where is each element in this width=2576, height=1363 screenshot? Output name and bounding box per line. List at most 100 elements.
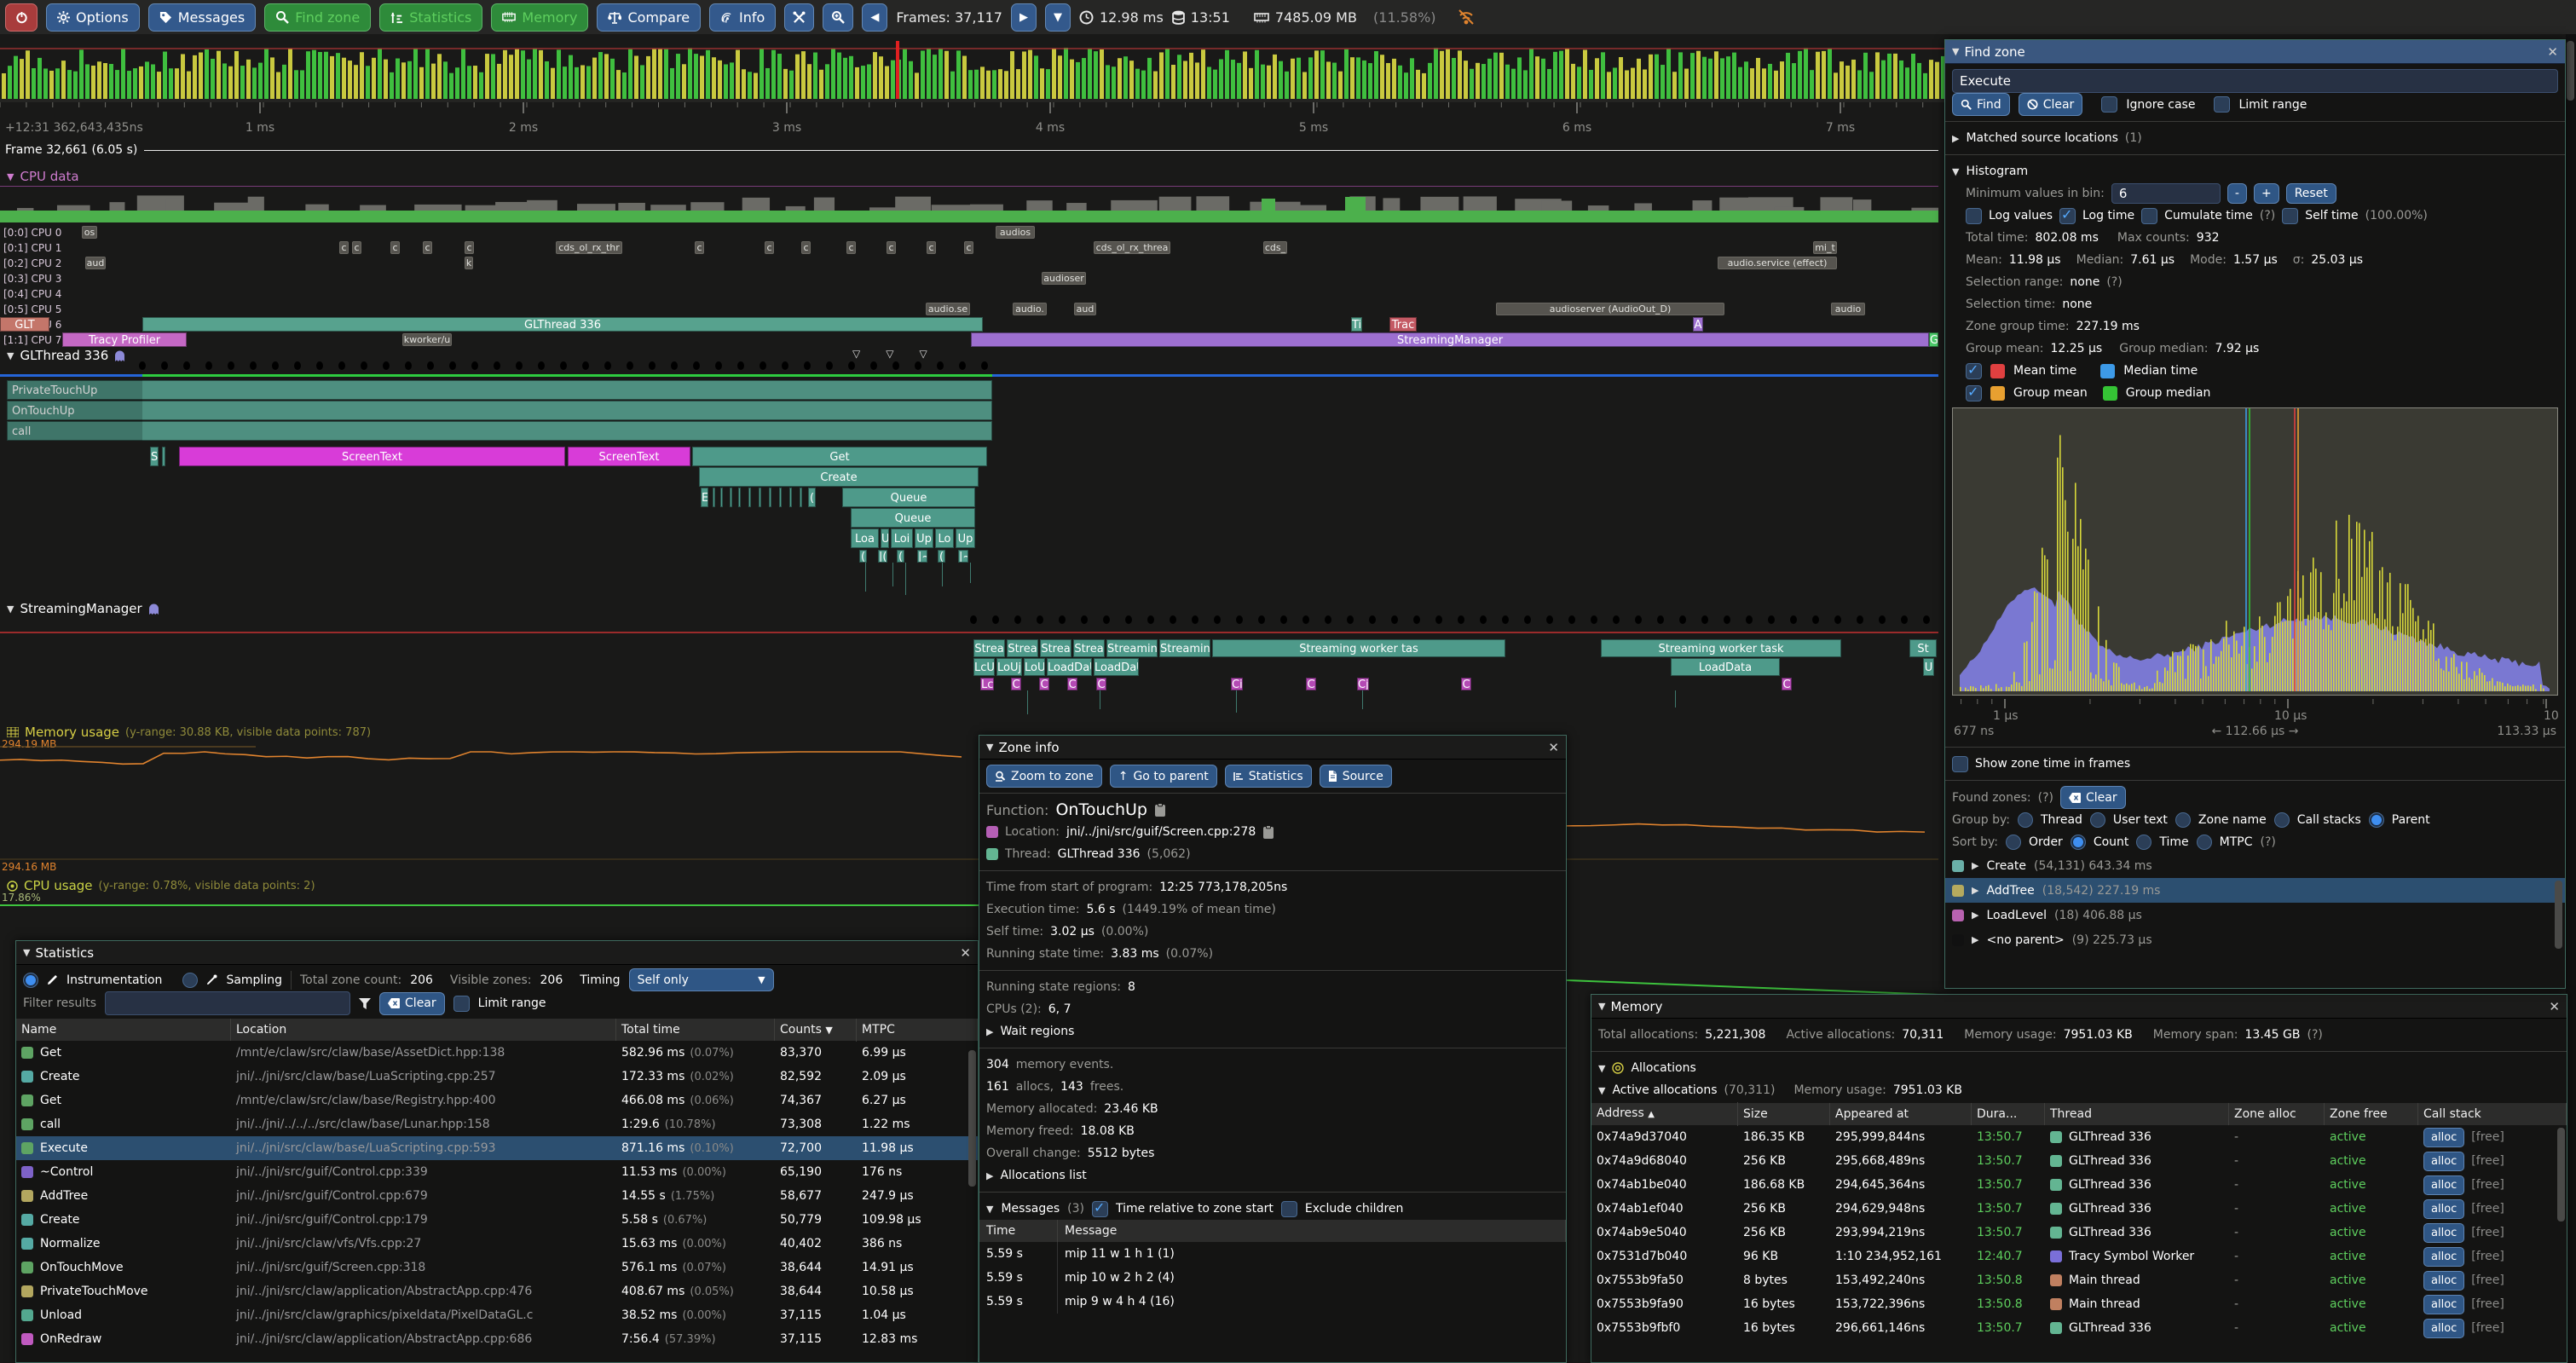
col-total-time[interactable]: Total time — [616, 1019, 775, 1041]
zone-bar[interactable]: U — [881, 528, 889, 548]
alloc-zone-link[interactable]: alloc — [2423, 1175, 2464, 1195]
memory-usage-header[interactable]: Memory usage (y-range: 30.88 KB, visible… — [7, 725, 371, 740]
statistics-table-row[interactable]: Unload jni/../jni/src/claw/graphics/pixe… — [16, 1303, 978, 1327]
zone-bar[interactable]: Tracy Profiler — [62, 332, 187, 347]
reset-button[interactable]: Reset — [2286, 183, 2336, 204]
zone-bar[interactable]: C — [1306, 678, 1316, 690]
funnel-icon[interactable] — [359, 998, 371, 1009]
statistics-table-row[interactable]: Create jni/../jni/src/claw/base/LuaScrip… — [16, 1065, 978, 1089]
zone-bar[interactable]: GLT — [0, 317, 49, 332]
allocation-row[interactable]: 0x74ab1be040 186.68 KB 294,645,364ns 13:… — [1591, 1173, 2567, 1197]
cpu-usage-header[interactable]: CPU usage (y-range: 0.78%, visible data … — [7, 878, 315, 893]
found-zone-group-row[interactable]: ▶ Create (54,131) 643.34 ms — [1945, 853, 2565, 878]
statistics-table-row[interactable]: PrivateTouchMove jni/../jni/src/claw/app… — [16, 1279, 978, 1303]
found-zone-group-row[interactable]: ▶ LoadLevel (18) 406.88 µs — [1945, 903, 2565, 927]
timing-select[interactable]: Self only▼ — [629, 968, 774, 991]
zone-bar[interactable] — [713, 488, 715, 507]
zone-bar[interactable]: A — [1693, 317, 1703, 332]
zone-bar[interactable]: Strea — [1007, 639, 1038, 657]
alloc-zone-link[interactable]: alloc — [2423, 1199, 2464, 1219]
zone-bar[interactable]: C — [1461, 678, 1471, 690]
cumulate-time-checkbox[interactable] — [2141, 208, 2157, 224]
zone-bar[interactable] — [720, 488, 723, 507]
instrumentation-radio[interactable] — [23, 973, 38, 988]
histogram-plot[interactable] — [1952, 407, 2558, 696]
zone-bar[interactable]: GLThread 336 — [142, 317, 983, 332]
alloc-zone-link[interactable]: alloc — [2423, 1223, 2464, 1243]
zone-bar[interactable]: Queue — [851, 508, 975, 528]
zone-bar[interactable]: Loi — [891, 528, 913, 548]
zone-bar[interactable]: Strea — [973, 639, 1005, 657]
help-icon[interactable]: (?) — [2260, 209, 2275, 222]
zone-bar[interactable]: Ci — [1231, 678, 1243, 690]
zone-bar[interactable]: OnTouchUp — [7, 401, 992, 420]
zone-bar[interactable]: Streaming — [1159, 639, 1210, 657]
statistics-button[interactable]: Statistics — [1225, 765, 1312, 788]
allocations-list-expander[interactable]: ▶Allocations list — [979, 1164, 1566, 1187]
zone-bar[interactable]: Queue — [842, 488, 975, 507]
clipboard-icon[interactable] — [1262, 825, 1274, 840]
statistics-panel-header[interactable]: ▼Statistics ✕ — [16, 941, 978, 965]
allocation-row[interactable]: 0x74a9d68040 256 KB 295,668,489ns 13:50.… — [1591, 1149, 2567, 1173]
alloc-zone-link[interactable]: alloc — [2423, 1295, 2464, 1314]
find-button[interactable]: Find — [1952, 93, 2010, 116]
zone-bar[interactable]: G — [1929, 332, 1938, 347]
ignore-case-checkbox[interactable] — [2101, 96, 2117, 113]
zone-bar[interactable]: Streaming worker task — [1601, 639, 1841, 657]
scrollbar-thumb[interactable] — [2557, 1128, 2565, 1222]
thread-header-streamingmanager[interactable]: ▼StreamingManager — [7, 601, 159, 616]
thread-name[interactable]: GLThread 336 — [1058, 847, 1141, 861]
sort-by-count-radio[interactable] — [2071, 835, 2086, 850]
col-call-stack[interactable]: Call stack — [2418, 1103, 2567, 1125]
close-icon[interactable]: ✕ — [2549, 999, 2560, 1014]
zone-bar[interactable] — [800, 488, 802, 507]
zone-bar[interactable] — [730, 488, 732, 507]
group-by-callstacks-radio[interactable] — [2274, 812, 2290, 828]
close-icon[interactable]: ✕ — [2547, 44, 2558, 60]
sort-by-time-radio[interactable] — [2136, 835, 2151, 850]
group-mean-median-checkbox[interactable] — [1966, 385, 1982, 401]
message-row[interactable]: 5.59 s mip 9 w 4 h 4 (16) — [979, 1290, 1566, 1314]
group-by-thread-radio[interactable] — [2018, 812, 2033, 828]
col-mtpc[interactable]: MTPC — [857, 1019, 978, 1041]
zone-bar[interactable]: Streaming — [1106, 639, 1158, 657]
group-by-zonename-radio[interactable] — [2175, 812, 2191, 828]
filter-clear-button[interactable]: Clear — [379, 992, 445, 1015]
clipboard-icon[interactable] — [1154, 803, 1166, 817]
zone-bar[interactable] — [779, 488, 782, 507]
zone-bar[interactable]: Ti — [1351, 317, 1362, 332]
found-zone-group-row[interactable]: ▶ AddTree (18,542) 227.19 ms — [1945, 878, 2565, 903]
zone-bar[interactable]: ( — [897, 550, 904, 563]
sampling-radio[interactable] — [182, 973, 198, 988]
search-input[interactable] — [1952, 69, 2558, 93]
help-icon[interactable]: (?) — [2307, 1028, 2322, 1042]
allocation-row[interactable]: 0x7553b9fa50 8 bytes 153,492,240ns 13:50… — [1591, 1268, 2567, 1292]
col-zone-alloc[interactable]: Zone alloc — [2229, 1103, 2325, 1125]
sort-by-mtpc-radio[interactable] — [2197, 835, 2212, 850]
close-icon[interactable]: ✕ — [1548, 740, 1559, 755]
log-values-checkbox[interactable] — [1966, 208, 1982, 224]
zone-bar[interactable]: Streaming worker tas — [1212, 639, 1505, 657]
zone-bar[interactable]: E — [701, 488, 708, 507]
zone-bar[interactable]: |( — [878, 550, 887, 563]
decrease-button[interactable]: - — [2227, 183, 2247, 204]
zone-bar[interactable]: Lo — [935, 528, 954, 548]
zone-bar[interactable]: C — [1011, 678, 1021, 690]
col-thread[interactable]: Thread — [2045, 1103, 2229, 1125]
zone-bar[interactable]: Get — [692, 447, 987, 466]
statistics-table-row[interactable]: Create jni/../jni/src/guif/Control.cpp:1… — [16, 1208, 978, 1232]
zone-bar[interactable]: Trac — [1389, 317, 1417, 332]
memory-panel-header[interactable]: ▼Memory ✕ — [1591, 995, 2567, 1019]
source-button[interactable]: Source — [1320, 765, 1392, 788]
found-zone-group-row[interactable]: ▶ <no parent> (9) 225.73 µs — [1945, 927, 2565, 952]
statistics-table-row[interactable]: call jni/../jni/../../../src/claw/base/L… — [16, 1112, 978, 1136]
clear-button[interactable]: Clear — [2019, 93, 2083, 116]
zone-bar[interactable]: |~ — [958, 550, 968, 563]
self-time-checkbox[interactable] — [2282, 208, 2298, 224]
collapse-icon[interactable]: ▼ — [986, 1204, 993, 1215]
found-clear-button[interactable]: Clear — [2060, 786, 2126, 809]
mean-median-checkbox[interactable] — [1966, 363, 1982, 379]
active-allocations-section[interactable]: ▼ Active allocations (70,311) Memory usa… — [1591, 1079, 2567, 1101]
wait-regions-expander[interactable]: ▶Wait regions — [979, 1020, 1566, 1042]
group-by-parent-radio[interactable] — [2369, 812, 2384, 828]
